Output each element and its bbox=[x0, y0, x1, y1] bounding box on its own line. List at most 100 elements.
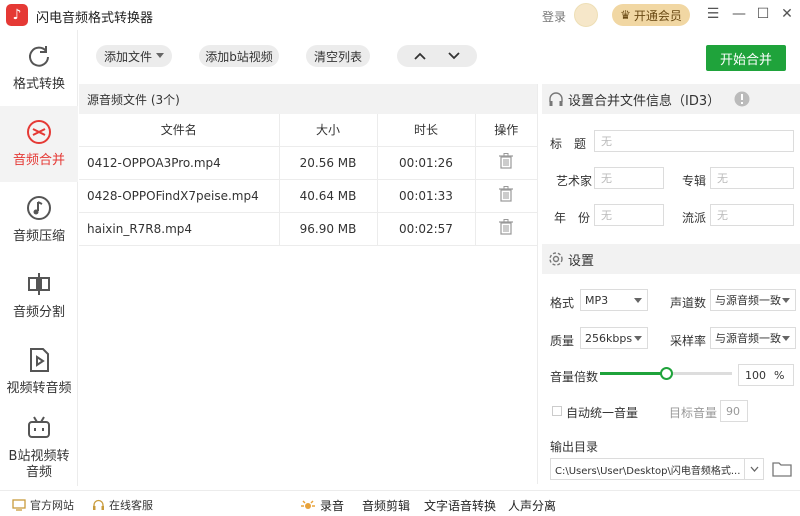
menu-icon[interactable]: ☰ bbox=[704, 5, 722, 23]
volume-unit: % bbox=[774, 368, 785, 382]
column-header-filename: 文件名 bbox=[79, 114, 280, 147]
app-logo-icon: ♪ bbox=[6, 4, 28, 26]
settings-section-header: 设置 bbox=[542, 244, 800, 274]
gear-icon bbox=[549, 252, 563, 266]
album-label: 专辑 bbox=[682, 174, 707, 188]
sidebar-item-label: B站视频转音频 bbox=[8, 449, 70, 480]
samplerate-select[interactable]: 与源音频一致 bbox=[710, 327, 796, 349]
volume-slider[interactable] bbox=[600, 367, 732, 380]
record-tool-link[interactable]: 录音 bbox=[300, 497, 344, 514]
vip-button[interactable]: ♛ 开通会员 bbox=[612, 4, 690, 26]
add-file-button[interactable]: 添加文件 bbox=[96, 45, 172, 67]
title-label: 标 题 bbox=[550, 137, 587, 151]
chevron-down-icon bbox=[156, 53, 164, 58]
sidebar-item-label: 音频分割 bbox=[12, 305, 65, 320]
samplerate-select-value: 与源音频一致 bbox=[715, 332, 781, 345]
sidebar-item-bilibili-to-audio[interactable]: B站视频转音频 bbox=[0, 410, 78, 486]
table-row[interactable]: 0412-OPPOA3Pro.mp4 20.56 MB 00:01:26 bbox=[79, 146, 537, 180]
settings-panel: 设置合并文件信息（ID3） 标 题 无 艺术家 无 专辑 无 年 份 无 流派 … bbox=[542, 84, 800, 484]
file-list-header: 源音频文件 (3个) bbox=[79, 84, 537, 114]
crown-icon: ♛ bbox=[620, 8, 631, 22]
column-header-size: 大小 bbox=[279, 114, 378, 147]
split-icon bbox=[26, 271, 52, 297]
file-size-cell: 20.56 MB bbox=[279, 146, 378, 180]
table-row[interactable]: haixin_R7R8.mp4 96.90 MB 00:02:57 bbox=[79, 212, 537, 246]
file-size-cell: 96.90 MB bbox=[279, 212, 378, 246]
channels-label: 声道数 bbox=[670, 296, 707, 310]
trash-icon[interactable] bbox=[499, 219, 514, 235]
info-icon[interactable] bbox=[734, 91, 750, 107]
action-cell bbox=[475, 146, 537, 180]
monitor-icon bbox=[12, 499, 26, 511]
output-dir-dropdown[interactable] bbox=[744, 458, 764, 480]
text-speech-tool-link[interactable]: 文字语音转换 bbox=[424, 497, 496, 514]
file-name-cell: 0412-OPPOA3Pro.mp4 bbox=[79, 146, 280, 180]
volume-input[interactable]: 100 % bbox=[738, 364, 794, 386]
id3-section-header: 设置合并文件信息（ID3） bbox=[542, 84, 800, 114]
clear-list-button[interactable]: 清空列表 bbox=[306, 45, 370, 67]
genre-input[interactable]: 无 bbox=[710, 204, 794, 226]
title-input[interactable]: 无 bbox=[594, 130, 794, 152]
support-label: 在线客服 bbox=[109, 499, 153, 512]
sidebar-item-audio-split[interactable]: 音频分割 bbox=[0, 258, 78, 334]
volume-slider-handle[interactable] bbox=[660, 367, 673, 380]
channels-select[interactable]: 与源音频一致 bbox=[710, 289, 796, 311]
chevron-down-icon bbox=[634, 336, 642, 341]
maximize-icon[interactable]: ☐ bbox=[754, 5, 772, 23]
move-down-icon[interactable] bbox=[448, 52, 460, 60]
start-merge-button[interactable]: 开始合并 bbox=[706, 45, 786, 71]
title-bar: ♪ 闪电音频格式转换器 登录 ♛ 开通会员 ☰ — ☐ ✕ bbox=[0, 0, 800, 30]
target-volume-input[interactable]: 90 bbox=[720, 400, 748, 422]
file-name-cell: haixin_R7R8.mp4 bbox=[79, 212, 280, 246]
merge-icon bbox=[26, 119, 52, 145]
support-link[interactable]: 在线客服 bbox=[92, 497, 153, 513]
year-label: 年 份 bbox=[554, 211, 591, 225]
record-tool-label: 录音 bbox=[320, 499, 345, 513]
album-input[interactable]: 无 bbox=[710, 167, 794, 189]
add-bilibili-button[interactable]: 添加b站视频 bbox=[199, 45, 279, 67]
headphones-icon bbox=[549, 92, 563, 106]
minimize-icon[interactable]: — bbox=[730, 5, 748, 23]
audio-edit-tool-link[interactable]: 音频剪辑 bbox=[362, 497, 410, 514]
sidebar-item-video-to-audio[interactable]: 视频转音频 bbox=[0, 334, 78, 410]
volume-value: 100 bbox=[745, 368, 766, 382]
table-row[interactable]: 0428-OPPOFindX7peise.mp4 40.64 MB 00:01:… bbox=[79, 179, 537, 213]
genre-label: 流派 bbox=[682, 211, 707, 225]
artist-label: 艺术家 bbox=[556, 174, 593, 188]
headset-icon bbox=[93, 499, 104, 510]
quality-select-value: 256kbps bbox=[585, 331, 633, 345]
target-volume-label: 目标音量 bbox=[669, 406, 718, 420]
vip-button-label: 开通会员 bbox=[633, 8, 682, 23]
sidebar-item-audio-merge[interactable]: 音频合并 bbox=[0, 106, 78, 182]
trash-icon[interactable] bbox=[499, 153, 514, 169]
format-select[interactable]: MP3 bbox=[580, 289, 648, 311]
close-icon[interactable]: ✕ bbox=[778, 5, 796, 23]
vocal-separation-tool-link[interactable]: 人声分离 bbox=[508, 497, 556, 514]
sidebar-item-label: 音频压缩 bbox=[12, 229, 65, 244]
file-duration-cell: 00:01:33 bbox=[377, 179, 476, 213]
format-label: 格式 bbox=[550, 296, 575, 310]
auto-volume-checkbox[interactable] bbox=[552, 406, 562, 416]
refresh-icon bbox=[26, 43, 52, 69]
folder-icon[interactable] bbox=[772, 460, 794, 478]
quality-select[interactable]: 256kbps bbox=[580, 327, 648, 349]
music-note-icon bbox=[26, 195, 52, 221]
artist-input[interactable]: 无 bbox=[594, 167, 664, 189]
move-up-icon[interactable] bbox=[414, 52, 426, 60]
file-table: 文件名 大小 时长 操作 0412-OPPOA3Pro.mp4 20.56 MB… bbox=[79, 114, 537, 246]
sidebar-item-format-convert[interactable]: 格式转换 bbox=[0, 30, 78, 106]
login-link[interactable]: 登录 bbox=[542, 8, 566, 25]
year-input[interactable]: 无 bbox=[594, 204, 664, 226]
official-site-label: 官方网站 bbox=[30, 499, 74, 512]
app-title: 闪电音频格式转换器 bbox=[36, 11, 154, 26]
trash-icon[interactable] bbox=[499, 186, 514, 202]
output-dir-input[interactable]: C:\Users\User\Desktop\闪电音频格式... bbox=[550, 458, 764, 480]
quality-label: 质量 bbox=[550, 334, 575, 348]
sidebar-item-audio-compress[interactable]: 音频压缩 bbox=[0, 182, 78, 258]
action-cell bbox=[475, 212, 537, 246]
avatar[interactable] bbox=[574, 3, 598, 27]
move-buttons bbox=[397, 45, 477, 67]
official-site-link[interactable]: 官方网站 bbox=[12, 497, 74, 513]
file-duration-cell: 00:01:26 bbox=[377, 146, 476, 180]
sidebar-item-label: 格式转换 bbox=[12, 77, 65, 92]
